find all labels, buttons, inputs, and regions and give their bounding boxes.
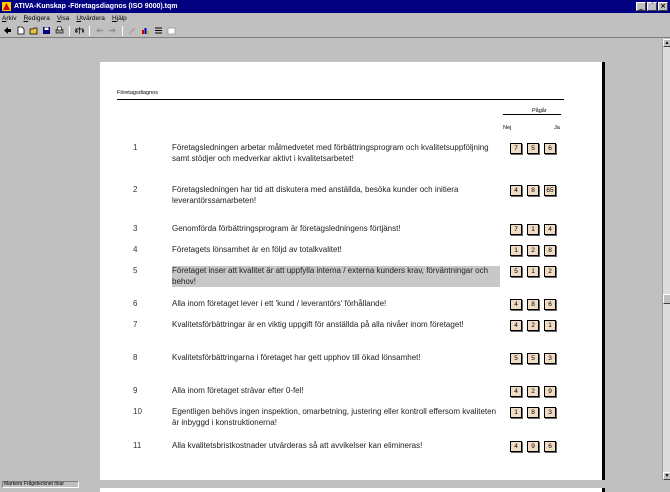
arrow-left-icon[interactable] [94,25,105,36]
menu-redigera[interactable]: Redigera [23,15,49,22]
menu-visa[interactable]: Visa [57,15,70,22]
value-box-pagar[interactable]: 2 [527,245,539,256]
value-box-ja[interactable]: 9 [544,386,556,397]
column-right-header: Ja [554,125,560,131]
item-statement[interactable]: Alla kvalitetsbristkostnader utvärderas … [172,441,500,452]
window-title: ATIVA-Kunskap -Företagsdiagnos (ISO 9000… [14,3,178,10]
scale-icon[interactable] [74,25,85,36]
document-page: Företagsdiagnos Pågår Nej Ja 1 Företagsl… [100,62,602,492]
chart-icon[interactable] [140,25,151,36]
print-icon[interactable] [54,25,65,36]
save-icon[interactable] [41,25,52,36]
value-box-ja[interactable]: 4 [544,224,556,235]
item-statement[interactable]: Genomförda förbättringsprogram är företa… [172,224,500,235]
item-statement[interactable]: Egentligen behövs ingen inspektion, omar… [172,407,500,428]
value-box-nej[interactable]: 4 [510,320,522,331]
new-icon[interactable] [15,25,26,36]
value-box-pagar[interactable]: 5 [527,143,539,154]
document-workspace: Företagsdiagnos Pågår Nej Ja 1 Företagsl… [0,39,662,492]
value-box-pagar[interactable]: 1 [527,224,539,235]
item-number: 6 [133,299,138,308]
value-box-pagar[interactable]: 5 [527,353,539,364]
status-bar: Markera Frågetecknet ökar [0,480,670,488]
value-box-nej[interactable]: 7 [510,224,522,235]
vertical-scrollbar[interactable]: ▲ ▼ [662,39,670,480]
value-box-pagar[interactable]: 8 [527,185,539,196]
value-box-ja[interactable]: 3 [544,407,556,418]
item-number: 1 [133,143,138,152]
item-number: 9 [133,386,138,395]
item-statement[interactable]: Företagets lönsamhet är en följd av tota… [172,245,500,256]
value-box-pagar[interactable]: 2 [527,386,539,397]
value-box-nej[interactable]: 4 [510,185,522,196]
item-statement[interactable]: Kvalitetsförbättringarna i företaget har… [172,353,500,364]
value-box-ja[interactable]: 3 [544,353,556,364]
item-number: 7 [133,320,138,329]
item-number: 8 [133,353,138,362]
minimize-button[interactable]: _ [636,2,646,11]
value-box-nej[interactable]: 7 [510,143,522,154]
value-box-pagar[interactable]: 2 [527,320,539,331]
value-box-nej[interactable]: 4 [510,386,522,397]
heading-divider [117,99,564,100]
item-statement[interactable]: Alla inom företaget lever i ett 'kund / … [172,299,500,310]
value-box-ja[interactable]: 6 [544,299,556,310]
value-box-ja[interactable]: 6 [544,143,556,154]
scroll-up-icon[interactable]: ▲ [663,39,670,47]
value-box-pagar[interactable]: 1 [527,266,539,277]
title-bar: ATIVA-Kunskap -Företagsdiagnos (ISO 9000… [0,0,670,13]
item-statement[interactable]: Kvalitetsförbättringar är en viktig uppg… [172,320,500,331]
page-shadow [602,62,605,492]
open-icon[interactable] [28,25,39,36]
item-statement[interactable]: Företagsledningen har tid att diskutera … [172,185,500,206]
scroll-thumb[interactable] [663,294,670,304]
column-group-divider [503,114,561,115]
scroll-down-icon[interactable]: ▼ [663,472,670,480]
value-box-ja[interactable]: 65 [544,185,556,196]
item-number: 4 [133,245,138,254]
menu-hjalp[interactable]: Hjälp [112,15,127,22]
value-box-nej[interactable]: 4 [510,441,522,452]
restore-button[interactable]: ´ [647,2,657,11]
value-box-nej[interactable]: 4 [510,299,522,310]
arrow-right-icon[interactable] [107,25,118,36]
value-box-ja[interactable]: 8 [544,245,556,256]
toolbar [0,24,670,38]
item-statement[interactable]: Företagsledningen arbetar målmedvetet me… [172,143,500,164]
window-icon[interactable] [166,25,177,36]
value-box-pagar[interactable]: 8 [527,299,539,310]
item-number: 2 [133,185,138,194]
item-number: 10 [133,407,142,416]
item-statement[interactable]: Alla inom företaget strävar efter 0-fel! [172,386,500,397]
value-box-pagar[interactable]: 9 [527,441,539,452]
list-icon[interactable] [153,25,164,36]
item-number: 11 [133,441,142,450]
value-box-nej[interactable]: 1 [510,245,522,256]
toolbar-separator [69,25,70,36]
toolbar-separator [122,25,123,36]
column-left-header: Nej [503,125,512,131]
menu-arkiv[interactable]: Arkiv [2,15,16,22]
item-number: 3 [133,224,138,233]
menu-bar: Arkiv Redigera Visa Utvärdera Hjälp [0,13,670,24]
status-text: Markera Frågetecknet ökar [2,481,80,488]
value-box-ja[interactable]: 2 [544,266,556,277]
back-icon[interactable] [2,25,13,36]
app-icon [2,2,11,11]
value-box-nej[interactable]: 5 [510,266,522,277]
value-box-pagar[interactable]: 8 [527,407,539,418]
value-box-nej[interactable]: 1 [510,407,522,418]
item-statement-selected[interactable]: Företaget inser att kvalitet är att uppf… [172,266,500,287]
document-heading: Företagsdiagnos [117,90,158,96]
toolbar-separator [89,25,90,36]
value-box-ja[interactable]: 1 [544,320,556,331]
item-number: 5 [133,266,138,275]
value-box-ja[interactable]: 6 [544,441,556,452]
value-box-nej[interactable]: 5 [510,353,522,364]
close-button[interactable]: × [658,2,668,11]
edit-icon[interactable] [127,25,138,36]
menu-utvardera[interactable]: Utvärdera [76,15,105,22]
